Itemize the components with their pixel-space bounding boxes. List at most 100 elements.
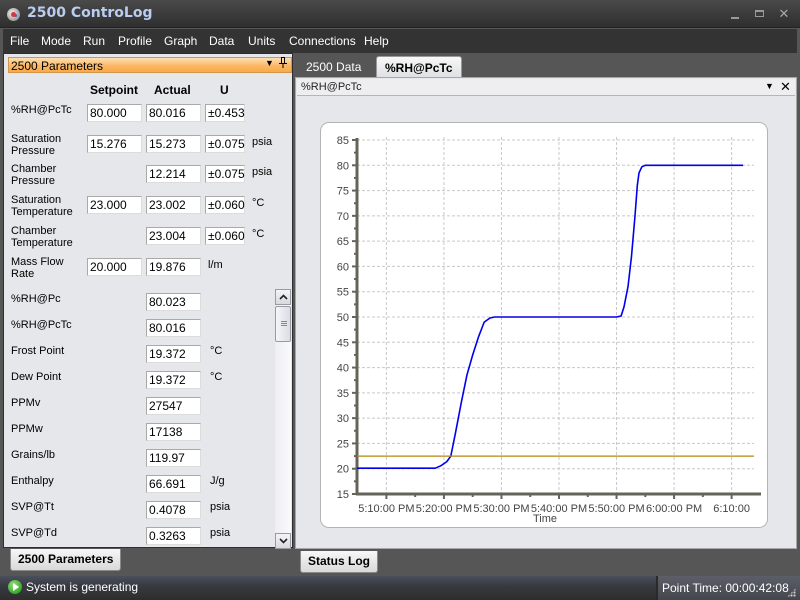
unit-label: °C (252, 197, 265, 209)
tab-status-log[interactable]: Status Log (300, 551, 378, 573)
y-tick-label: 15 (337, 489, 349, 501)
parameter-label: Mass Flow Rate (11, 256, 64, 280)
setpoint-input[interactable]: 20.000 (87, 258, 142, 276)
dropdown-arrow-icon[interactable]: ▼ (765, 81, 774, 91)
menu-data[interactable]: Data (209, 34, 234, 48)
y-tick-label: 65 (337, 236, 349, 248)
uncertainty-value: ±0.075 (205, 165, 245, 183)
uncertainty-value: ±0.075 (205, 135, 245, 153)
menu-graph[interactable]: Graph (164, 34, 197, 48)
close-button[interactable]: ✕ (775, 6, 793, 22)
parameter-label: Saturation Pressure (11, 133, 61, 157)
derived-value: 19.372 (146, 345, 201, 363)
pin-icon[interactable] (279, 57, 287, 71)
menu-bar: File Mode Run Profile Graph Data Units Connecti… (3, 29, 797, 53)
menu-mode[interactable]: Mode (41, 34, 71, 48)
parameter-label: Frost Point (11, 345, 65, 357)
y-tick-label: 75 (337, 186, 349, 198)
tab-rh-pctc[interactable]: %RH@PcTc (376, 56, 462, 78)
menu-units[interactable]: Units (248, 34, 275, 48)
parameters-panel: 2500 Parameters ▼ Setpoint Actual U %RH@… (3, 53, 293, 549)
maximize-button[interactable] (750, 6, 768, 22)
point-time-readout: Point Time: 00:00:42:08 (656, 576, 800, 600)
status-text: System is generating (26, 580, 139, 594)
parameter-label: Grains/lb (11, 449, 56, 461)
derived-value: 80.016 (146, 319, 201, 337)
x-tick-label: 6:10:00 (713, 503, 750, 515)
scroll-down-button[interactable] (275, 533, 291, 549)
menu-help[interactable]: Help (364, 34, 389, 48)
line-chart: 15 20 25 30 35 40 45 50 55 60 65 70 75 80 85 5:10:00 PM… (337, 135, 761, 525)
x-tick-label: 5:30:00 PM (473, 503, 529, 515)
parameter-label: %RH@Pc (11, 293, 61, 305)
parameter-label-line: Saturation (11, 133, 62, 145)
parameter-label-line: Rate (11, 268, 35, 280)
y-tick-label: 55 (337, 287, 349, 299)
actual-value: 23.002 (146, 196, 201, 214)
y-tick-label: 50 (337, 312, 349, 324)
vertical-scrollbar[interactable] (275, 289, 291, 549)
column-header-actual: Actual (154, 83, 191, 97)
dropdown-arrow-icon[interactable]: ▼ (265, 58, 274, 68)
derived-value: 119.97 (146, 449, 201, 467)
parameter-label-line: Pressure (11, 175, 56, 187)
x-tick-label: 5:50:00 PM (588, 503, 644, 515)
parameter-label-line: %RH@PcTc (11, 104, 72, 116)
actual-value: 23.004 (146, 227, 201, 245)
actual-value: 80.016 (146, 104, 201, 122)
y-tick-label: 20 (337, 464, 349, 476)
graph-panel: %RH@PcTc ▼ ✕ 15 20 25 30 35 40 45 50 55 60 65 70 75 8… (295, 77, 797, 549)
tab-2500-parameters[interactable]: 2500 Parameters (10, 549, 122, 571)
play-status-icon (8, 580, 22, 594)
graph-panel-header: %RH@PcTc ▼ ✕ (297, 79, 795, 96)
tab-2500-data[interactable]: 2500 Data (298, 56, 369, 78)
parameters-panel-header: 2500 Parameters ▼ (8, 57, 292, 73)
derived-value: 27547 (146, 397, 201, 415)
y-tick-label: 25 (337, 438, 349, 450)
parameter-label: %RH@PcTc (11, 319, 72, 331)
actual-value: 12.214 (146, 165, 201, 183)
scroll-up-button[interactable] (275, 289, 291, 305)
parameter-label-line: Temperature (11, 206, 73, 218)
unit-label: °C (252, 228, 265, 240)
derived-value: 0.3263 (146, 527, 201, 545)
scroll-thumb[interactable] (275, 306, 291, 342)
title-bar: 2500 ControLog ✕ (0, 0, 800, 28)
parameter-label: PPMv (11, 397, 41, 409)
x-tick-label: 5:20:00 PM (416, 503, 472, 515)
minimize-button[interactable] (726, 6, 744, 22)
parameter-label-line: Temperature (11, 237, 73, 249)
menu-connections[interactable]: Connections (289, 34, 356, 48)
menu-run[interactable]: Run (83, 34, 105, 48)
parameter-label-line: Saturation (11, 194, 62, 206)
unit-label: l/m (208, 259, 223, 271)
parameter-label: %RH@PcTc (11, 104, 72, 116)
graph-panel-title: %RH@PcTc (301, 81, 362, 93)
document-tabs: 2500 Data %RH@PcTc (298, 56, 797, 78)
setpoint-input[interactable]: 80.000 (87, 104, 142, 122)
parameter-label: Dew Point (11, 371, 62, 383)
menu-file[interactable]: File (10, 34, 29, 48)
y-tick-label: 45 (337, 337, 349, 349)
derived-value: 66.691 (146, 475, 201, 493)
close-icon: ✕ (778, 6, 790, 21)
status-bar: System is generating Point Time: 00:00:4… (0, 576, 800, 600)
setpoint-input[interactable]: 23.000 (87, 196, 142, 214)
x-tick-label: 6:00:00 PM (646, 503, 702, 515)
y-tick-label: 80 (337, 160, 349, 172)
y-tick-label: 85 (337, 135, 349, 147)
parameter-label: Chamber Temperature (11, 225, 73, 249)
maximize-icon (754, 10, 764, 17)
derived-value: 19.372 (146, 371, 201, 389)
unit-label: psia (210, 527, 231, 539)
unit-label: psia (252, 166, 273, 178)
setpoint-input[interactable]: 15.276 (87, 135, 142, 153)
point-time-value: 00:00:42:08 (725, 581, 789, 595)
parameter-label-line: Chamber (11, 163, 57, 175)
uncertainty-value: ±0.060 (205, 227, 245, 245)
actual-value: 15.273 (146, 135, 201, 153)
menu-profile[interactable]: Profile (118, 34, 152, 48)
close-icon[interactable]: ✕ (780, 79, 791, 95)
parameter-label-line: Pressure (11, 145, 56, 157)
y-tick-label: 60 (337, 261, 349, 273)
